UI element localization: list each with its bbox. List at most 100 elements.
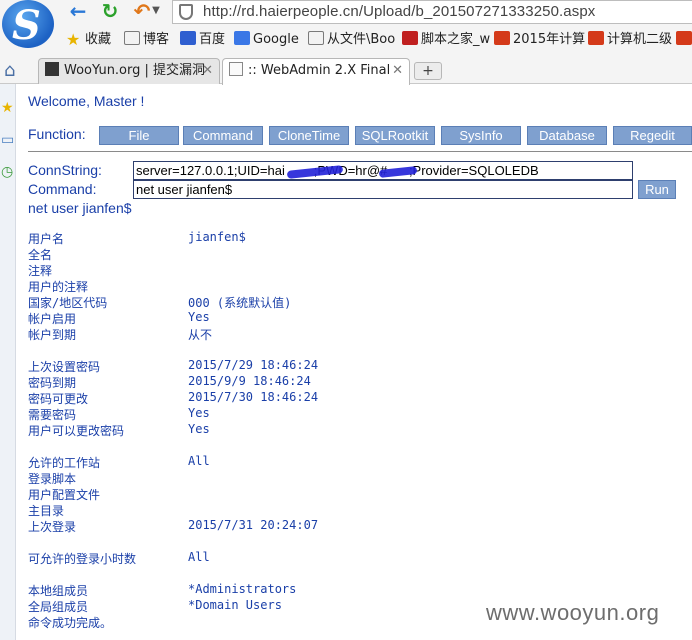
- output-row: 可允许的登录小时数 All: [28, 550, 528, 566]
- output-row: 登录脚本: [28, 470, 528, 486]
- bookmark-baidu[interactable]: 百度: [180, 30, 225, 50]
- output-key: 国家/地区代码: [28, 296, 108, 310]
- output-value: Yes: [188, 310, 210, 324]
- output-row: 用户的注释: [28, 278, 528, 294]
- output-key: 全名: [28, 248, 53, 262]
- output-key: 需要密码: [28, 408, 77, 422]
- output-value: 2015/7/30 18:46:24: [188, 390, 319, 404]
- output-value: 000 (系统默认值): [188, 296, 292, 310]
- output-key: 注释: [28, 264, 53, 278]
- shield-icon: [179, 4, 193, 20]
- close-icon[interactable]: ✕: [202, 59, 213, 83]
- output-key: 帐户启用: [28, 312, 77, 326]
- refresh-icon[interactable]: ↻: [98, 0, 122, 22]
- sysinfo-button[interactable]: SysInfo: [441, 126, 521, 145]
- output-key: 本地组成员: [28, 584, 89, 598]
- output-row: 上次设置密码 2015/7/29 18:46:24: [28, 358, 528, 374]
- output-row: 需要密码 Yes: [28, 406, 528, 422]
- output-value: Yes: [188, 422, 210, 436]
- output-value: Yes: [188, 406, 210, 420]
- baidu-paw-icon: [180, 31, 196, 45]
- sogou-browser-logo-icon[interactable]: S: [2, 0, 54, 49]
- output-key: 全局组成员: [28, 600, 89, 614]
- chevron-down-icon[interactable]: ▼: [150, 0, 162, 22]
- browser-chrome: S ← ↻ ↶ ▼ http://rd.haierpeople.cn/Uploa…: [0, 0, 692, 85]
- output-value: All: [188, 454, 210, 468]
- output-row: 全名: [28, 246, 528, 262]
- jb51-icon: [402, 31, 418, 45]
- output-value: 2015/7/29 18:46:24: [188, 358, 319, 372]
- output-row: [28, 438, 528, 454]
- output-row: 帐户启用 Yes: [28, 310, 528, 326]
- sqlrootkit-button[interactable]: SQLRootkit: [355, 126, 435, 145]
- regedit-button[interactable]: Regedit: [613, 126, 692, 145]
- bookmark-2015-exam[interactable]: 2015年计算: [494, 30, 585, 50]
- address-bar[interactable]: http://rd.haierpeople.cn/Upload/b_201507…: [172, 0, 692, 24]
- divider: [28, 151, 692, 152]
- output-value: jianfen$: [188, 230, 246, 244]
- command-label: Command:: [28, 181, 97, 197]
- command-echo: net user jianfen$: [28, 200, 132, 216]
- output-key: 用户配置文件: [28, 488, 101, 502]
- site-icon: [676, 31, 692, 45]
- output-key: 主目录: [28, 504, 65, 518]
- bookmark-folder[interactable]: 从文件\Boo: [308, 30, 395, 50]
- function-label: Function:: [28, 126, 86, 142]
- output-value: *Administrators: [188, 582, 297, 596]
- wooyun-favicon-icon: [45, 62, 59, 76]
- output-row: 国家/地区代码 000 (系统默认值): [28, 294, 528, 310]
- google-icon: [234, 31, 250, 45]
- output-row: 用户名 jianfen$: [28, 230, 528, 246]
- output-key: 用户可以更改密码: [28, 424, 125, 438]
- command-input[interactable]: net user jianfen$: [133, 180, 633, 199]
- clonetime-button[interactable]: CloneTime: [269, 126, 349, 145]
- bookmark-computer-level2[interactable]: 计算机二级: [588, 30, 672, 50]
- file-button[interactable]: File: [99, 126, 179, 145]
- output-key: 登录脚本: [28, 472, 77, 486]
- run-button[interactable]: Run: [638, 180, 676, 199]
- connstring-label: ConnString:: [28, 162, 102, 178]
- site-icon: [494, 31, 510, 45]
- welcome-text: Welcome, Master !: [28, 93, 145, 109]
- output-row: 帐户到期 从不: [28, 326, 528, 342]
- site-icon: [588, 31, 604, 45]
- output-key: 用户名: [28, 232, 65, 246]
- output-row: 用户可以更改密码 Yes: [28, 422, 528, 438]
- output-row: 用户配置文件: [28, 486, 528, 502]
- output-key: 允许的工作站: [28, 456, 101, 470]
- url-text[interactable]: http://rd.haierpeople.cn/Upload/b_201507…: [203, 3, 595, 20]
- back-arrow-icon[interactable]: ←: [66, 0, 90, 22]
- output-key: 用户的注释: [28, 280, 89, 294]
- star-icon[interactable]: ★: [1, 100, 14, 116]
- output-key: 密码到期: [28, 376, 77, 390]
- output-value: *Domain Users: [188, 598, 282, 612]
- output-key: 命令成功完成。: [28, 616, 113, 630]
- output-row: 主目录: [28, 502, 528, 518]
- bookmark-favorites[interactable]: ★ 收藏: [66, 30, 111, 50]
- output-row: 密码到期 2015/9/9 18:46:24: [28, 374, 528, 390]
- output-row: [28, 342, 528, 358]
- new-tab-button[interactable]: +: [414, 62, 442, 80]
- star-icon: ★: [66, 30, 81, 49]
- tab-wooyun[interactable]: WooYun.org | 提交漏洞 ✕: [38, 58, 220, 84]
- bookmark-blog[interactable]: 博客: [124, 30, 169, 50]
- output-row: [28, 566, 528, 582]
- webshell-page: Welcome, Master ! Function: File Command…: [16, 84, 692, 640]
- home-icon[interactable]: ⌂: [4, 60, 15, 81]
- output-value: 2015/7/31 20:24:07: [188, 518, 319, 532]
- clock-icon[interactable]: ◷: [1, 164, 13, 180]
- bookmark-overflow[interactable]: 2: [676, 30, 692, 50]
- tab-webadmin[interactable]: :: WebAdmin 2.X Final ✕: [222, 58, 410, 85]
- database-button[interactable]: Database: [527, 126, 607, 145]
- output-key: 可允许的登录小时数: [28, 552, 137, 566]
- monitor-icon[interactable]: ▭: [1, 132, 14, 148]
- command-button[interactable]: Command: [183, 126, 263, 145]
- bookmark-jb51[interactable]: 脚本之家_w: [402, 30, 490, 50]
- tab-bar: ⌂ WooYun.org | 提交漏洞 ✕ :: WebAdmin 2.X Fin…: [0, 56, 692, 85]
- output-value: 2015/9/9 18:46:24: [188, 374, 311, 388]
- bookmark-google[interactable]: Google: [234, 30, 299, 50]
- output-row: 允许的工作站 All: [28, 454, 528, 470]
- watermark: www.wooyun.org: [486, 600, 660, 625]
- close-icon[interactable]: ✕: [392, 59, 403, 83]
- folder-icon: [124, 31, 140, 45]
